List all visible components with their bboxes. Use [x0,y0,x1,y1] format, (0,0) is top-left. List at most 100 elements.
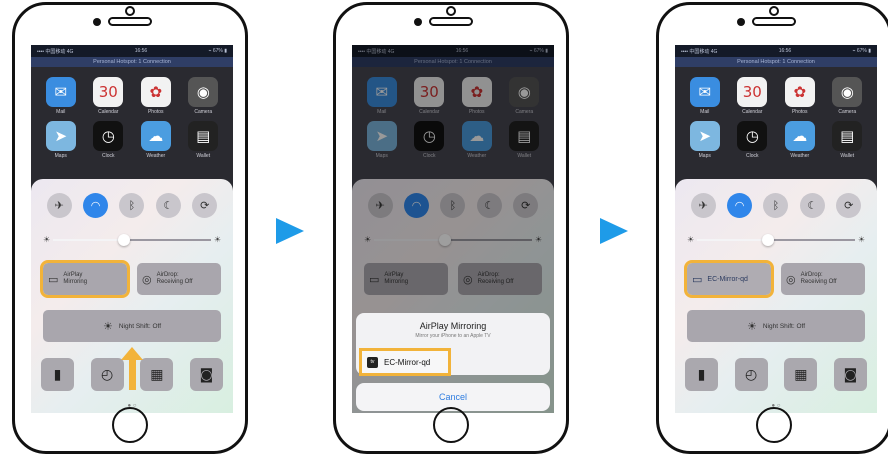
app-label: Calendar [419,109,440,115]
speaker [752,17,796,26]
timer-shortcut[interactable]: ◴ [734,358,768,391]
app-label: Maps [375,153,388,159]
bluetooth-icon: ᛒ [128,199,136,212]
home-button[interactable] [433,407,469,443]
airplane-toggle[interactable]: ✈ [690,193,716,218]
app-label: Maps [698,153,711,159]
bluetooth-toggle[interactable]: ᛒ [119,193,145,218]
phone-step-1: •••• 中国移动 4G 16:56 ⌁ 67% ▮ Personal Hots… [12,2,248,454]
airplane-toggle[interactable]: ✈ [367,193,393,218]
home-button[interactable] [756,407,792,443]
app-wallet[interactable]: ▤ Wallet [509,121,540,159]
calculator-shortcut[interactable]: ▦ [784,358,818,391]
app-label: Clock [101,153,115,159]
app-wallet[interactable]: ▤ Wallet [832,121,863,159]
app-weather[interactable]: ☁ Weather [140,121,171,159]
app-weather[interactable]: ☁ Weather [461,121,492,159]
rotation-lock-toggle[interactable]: ⟳ [192,193,218,218]
calendar-icon: 30 [737,77,768,107]
app-clock[interactable]: ◷ Clock [737,121,768,159]
app-label: Clock [745,153,759,159]
toggle-row: ✈ ◠ ᛒ ☾ ⟳ [352,193,554,218]
speaker [108,17,152,26]
brightness-knob[interactable] [762,234,775,246]
maps-icon: ➤ [689,121,720,151]
app-label: Photos [147,109,164,115]
app-camera[interactable]: ◉ Camera [188,77,219,115]
app-mail[interactable]: ✉ Mail [366,77,397,115]
hotspot-banner[interactable]: Personal Hotspot: 1 Connection [675,57,877,67]
app-label: Mail [56,109,66,115]
status-bar: •••• 中国移动 4G 16:56 ⌁ 67% ▮ [31,45,233,57]
app-clock[interactable]: ◷ Clock [414,121,445,159]
app-wallet[interactable]: ▤ Wallet [188,121,219,159]
airplay-mirroring-button[interactable]: ▭ AirPlay Mirroring [40,260,130,298]
app-camera[interactable]: ◉ Camera [832,77,863,115]
app-clock[interactable]: ◷ Clock [93,121,124,159]
brightness-slider[interactable]: ☀ ☀ [43,234,221,246]
bluetooth-toggle[interactable]: ᛒ [440,193,466,218]
timer-shortcut[interactable]: ◴ [90,358,124,391]
wifi-toggle[interactable]: ◠ [727,193,753,218]
app-photos[interactable]: ✿ Photos [140,77,171,115]
app-weather[interactable]: ☁ Weather [784,121,815,159]
flashlight-shortcut[interactable]: ▮ [41,358,74,391]
wifi-toggle[interactable]: ◠ [83,193,109,218]
airdrop-icon: ◎ [142,272,152,286]
toggle-row: ✈ ◠ ᛒ ☾ ⟳ [675,193,877,218]
bluetooth-toggle[interactable]: ᛒ [763,193,789,218]
airplay-icon: ▭ [692,272,703,286]
app-label: Camera [194,109,213,115]
app-photos[interactable]: ✿ Photos [784,77,815,115]
airplane-toggle[interactable]: ✈ [46,193,72,218]
next-step-arrow-icon [276,218,304,244]
rotation-lock-toggle[interactable]: ⟳ [836,193,862,218]
hotspot-banner[interactable]: Personal Hotspot: 1 Connection [31,57,233,67]
brightness-knob[interactable] [118,234,131,246]
airplay-icon: ▭ [369,272,380,286]
camera-top [769,6,779,16]
app-camera[interactable]: ◉ Camera [509,77,540,115]
camera-shortcut[interactable]: ◙ [189,358,223,391]
rotation-lock-toggle[interactable]: ⟳ [513,193,539,218]
app-calendar[interactable]: 30 Calendar [93,77,124,115]
calculator-shortcut[interactable]: ▦ [140,358,174,391]
airdrop-button[interactable]: ◎ AirDrop: Receiving Off [781,263,865,295]
app-photos[interactable]: ✿ Photos [461,77,492,115]
night-shift-button[interactable]: ☀ Night Shift: Off [687,310,865,342]
weather-icon: ☁ [461,121,492,151]
brightness-high-icon: ☀ [534,235,542,244]
airplay-mirroring-button[interactable]: ▭ EC-Mirror-qd [684,260,774,298]
moon-toggle[interactable]: ☾ [155,193,181,218]
flashlight-icon: ▮ [53,366,62,383]
wifi-toggle[interactable]: ◠ [404,193,430,218]
screen: •••• 中国移动 4G 16:56 ⌁ 67% ▮ Personal Hots… [31,45,233,413]
screen: •••• 中国移动 4G 16:56 ⌁ 67% ▮ Personal Hots… [675,45,877,413]
clock: 16:56 [134,48,148,54]
home-button[interactable] [112,407,148,443]
app-label: Camera [838,109,857,115]
camera-shortcut[interactable]: ◙ [833,358,867,391]
app-maps[interactable]: ➤ Maps [689,121,720,159]
device-option[interactable]: tv EC-Mirror-qd [359,348,451,376]
moon-toggle[interactable]: ☾ [476,193,502,218]
clock-icon: ◷ [737,121,768,151]
moon-toggle[interactable]: ☾ [799,193,825,218]
flashlight-icon: ▮ [697,366,706,383]
calculator-icon: ▦ [150,366,164,383]
airdrop-button[interactable]: ◎ AirDrop: Receiving Off [137,263,221,295]
clock: 16:56 [455,48,469,54]
app-maps[interactable]: ➤ Maps [366,121,397,159]
brightness-slider[interactable]: ☀ ☀ [687,234,865,246]
app-label: Clock [422,153,436,159]
camera-icon: ◙ [843,366,858,383]
app-calendar[interactable]: 30 Calendar [737,77,768,115]
moon-icon: ☾ [807,199,818,212]
app-maps[interactable]: ➤ Maps [45,121,76,159]
app-mail[interactable]: ✉ Mail [45,77,76,115]
flashlight-shortcut[interactable]: ▮ [685,358,718,391]
app-calendar[interactable]: 30 Calendar [414,77,445,115]
app-label: Wallet [517,153,532,159]
app-mail[interactable]: ✉ Mail [689,77,720,115]
night-shift-button[interactable]: ☀ Night Shift: Off [43,310,221,342]
